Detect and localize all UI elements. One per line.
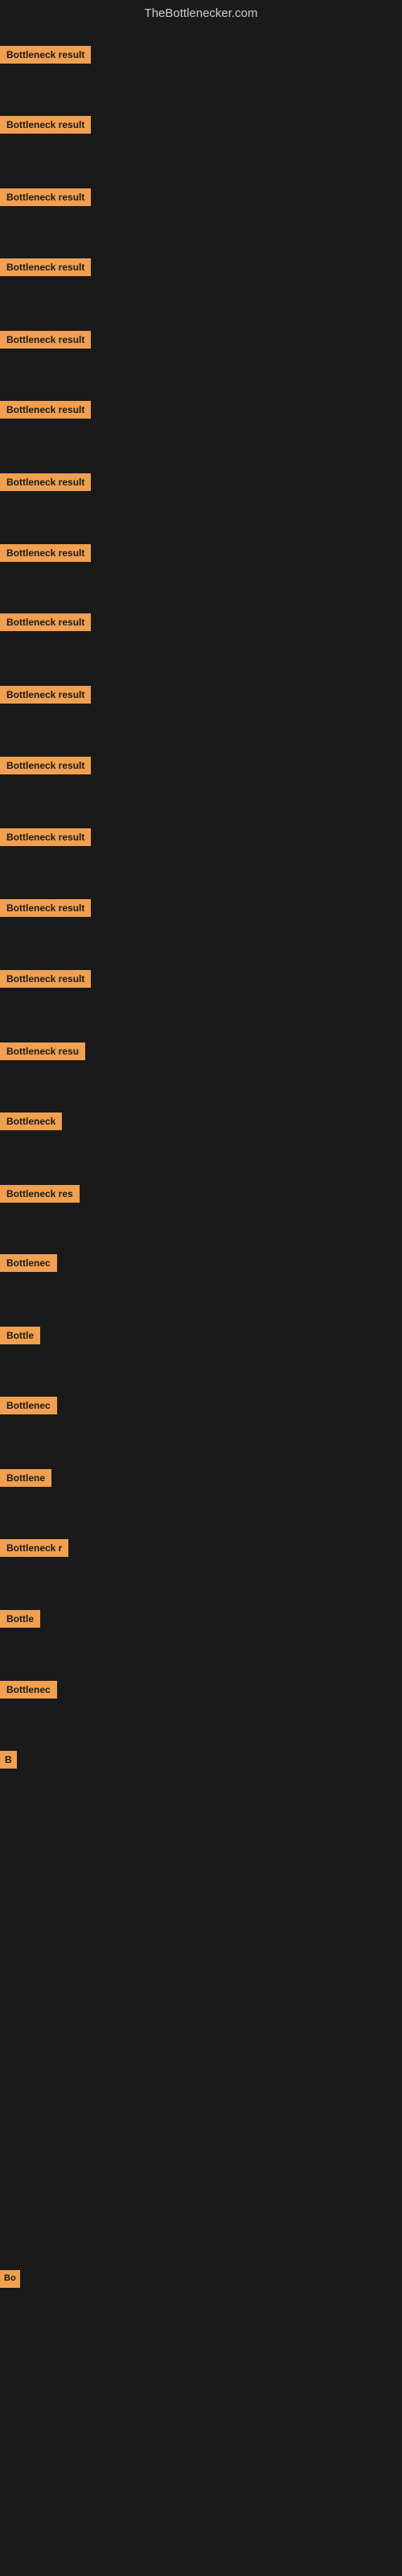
bottleneck-row-29: Bo (0, 2270, 20, 2288)
bottleneck-badge-1: Bottleneck result (0, 46, 91, 64)
bottleneck-badge-19: Bottle (0, 1327, 40, 1344)
bottleneck-badge-4: Bottleneck result (0, 258, 91, 276)
bottleneck-row-6: Bottleneck result (0, 401, 91, 419)
bottleneck-row-14: Bottleneck result (0, 970, 91, 988)
bottleneck-badge-6: Bottleneck result (0, 401, 91, 419)
bottleneck-row-9: Bottleneck result (0, 613, 91, 631)
bottleneck-badge-9: Bottleneck result (0, 613, 91, 631)
bottleneck-badge-10: Bottleneck result (0, 686, 91, 704)
bottleneck-row-1: Bottleneck result (0, 46, 91, 64)
bottleneck-row-4: Bottleneck result (0, 258, 91, 276)
bottleneck-badge-3: Bottleneck result (0, 188, 91, 206)
bottleneck-badge-21: Bottlene (0, 1469, 51, 1487)
bottleneck-badge-17: Bottleneck res (0, 1185, 80, 1203)
bottleneck-row-3: Bottleneck result (0, 188, 91, 206)
bottleneck-row-19: Bottle (0, 1327, 40, 1344)
bottleneck-row-16: Bottleneck (0, 1113, 62, 1130)
bottleneck-row-15: Bottleneck resu (0, 1042, 85, 1060)
bottleneck-row-17: Bottleneck res (0, 1185, 80, 1203)
header: TheBottlenecker.com (0, 0, 402, 30)
bottleneck-badge-24: Bottlenec (0, 1681, 57, 1699)
site-title: TheBottlenecker.com (0, 0, 402, 30)
bottleneck-badge-5: Bottleneck result (0, 331, 91, 349)
bottleneck-row-21: Bottlene (0, 1469, 51, 1487)
bottleneck-badge-7: Bottleneck result (0, 473, 91, 491)
bottleneck-row-23: Bottle (0, 1610, 40, 1628)
bottleneck-badge-13: Bottleneck result (0, 899, 91, 917)
bottleneck-row-10: Bottleneck result (0, 686, 91, 704)
bottleneck-row-22: Bottleneck r (0, 1539, 68, 1557)
bottleneck-row-2: Bottleneck result (0, 116, 91, 134)
bottleneck-badge-2: Bottleneck result (0, 116, 91, 134)
bottleneck-badge-18: Bottlenec (0, 1254, 57, 1272)
bottleneck-badge-25: B (0, 1751, 17, 1769)
bottleneck-badge-14: Bottleneck result (0, 970, 91, 988)
bottleneck-badge-15: Bottleneck resu (0, 1042, 85, 1060)
bottleneck-badge-22: Bottleneck r (0, 1539, 68, 1557)
bottleneck-row-18: Bottlenec (0, 1254, 57, 1272)
bottleneck-badge-29: Bo (0, 2270, 20, 2288)
bottleneck-badge-12: Bottleneck result (0, 828, 91, 846)
bottleneck-row-5: Bottleneck result (0, 331, 91, 349)
bottleneck-row-25: B (0, 1751, 17, 1769)
bottleneck-row-20: Bottlenec (0, 1397, 57, 1414)
bottleneck-row-8: Bottleneck result (0, 544, 91, 562)
bottleneck-badge-16: Bottleneck (0, 1113, 62, 1130)
bottleneck-badge-8: Bottleneck result (0, 544, 91, 562)
bottleneck-row-12: Bottleneck result (0, 828, 91, 846)
bottleneck-row-7: Bottleneck result (0, 473, 91, 491)
bottleneck-row-13: Bottleneck result (0, 899, 91, 917)
bottleneck-badge-20: Bottlenec (0, 1397, 57, 1414)
bottleneck-row-24: Bottlenec (0, 1681, 57, 1699)
bottleneck-badge-23: Bottle (0, 1610, 40, 1628)
bottleneck-badge-11: Bottleneck result (0, 757, 91, 774)
bottleneck-row-11: Bottleneck result (0, 757, 91, 774)
